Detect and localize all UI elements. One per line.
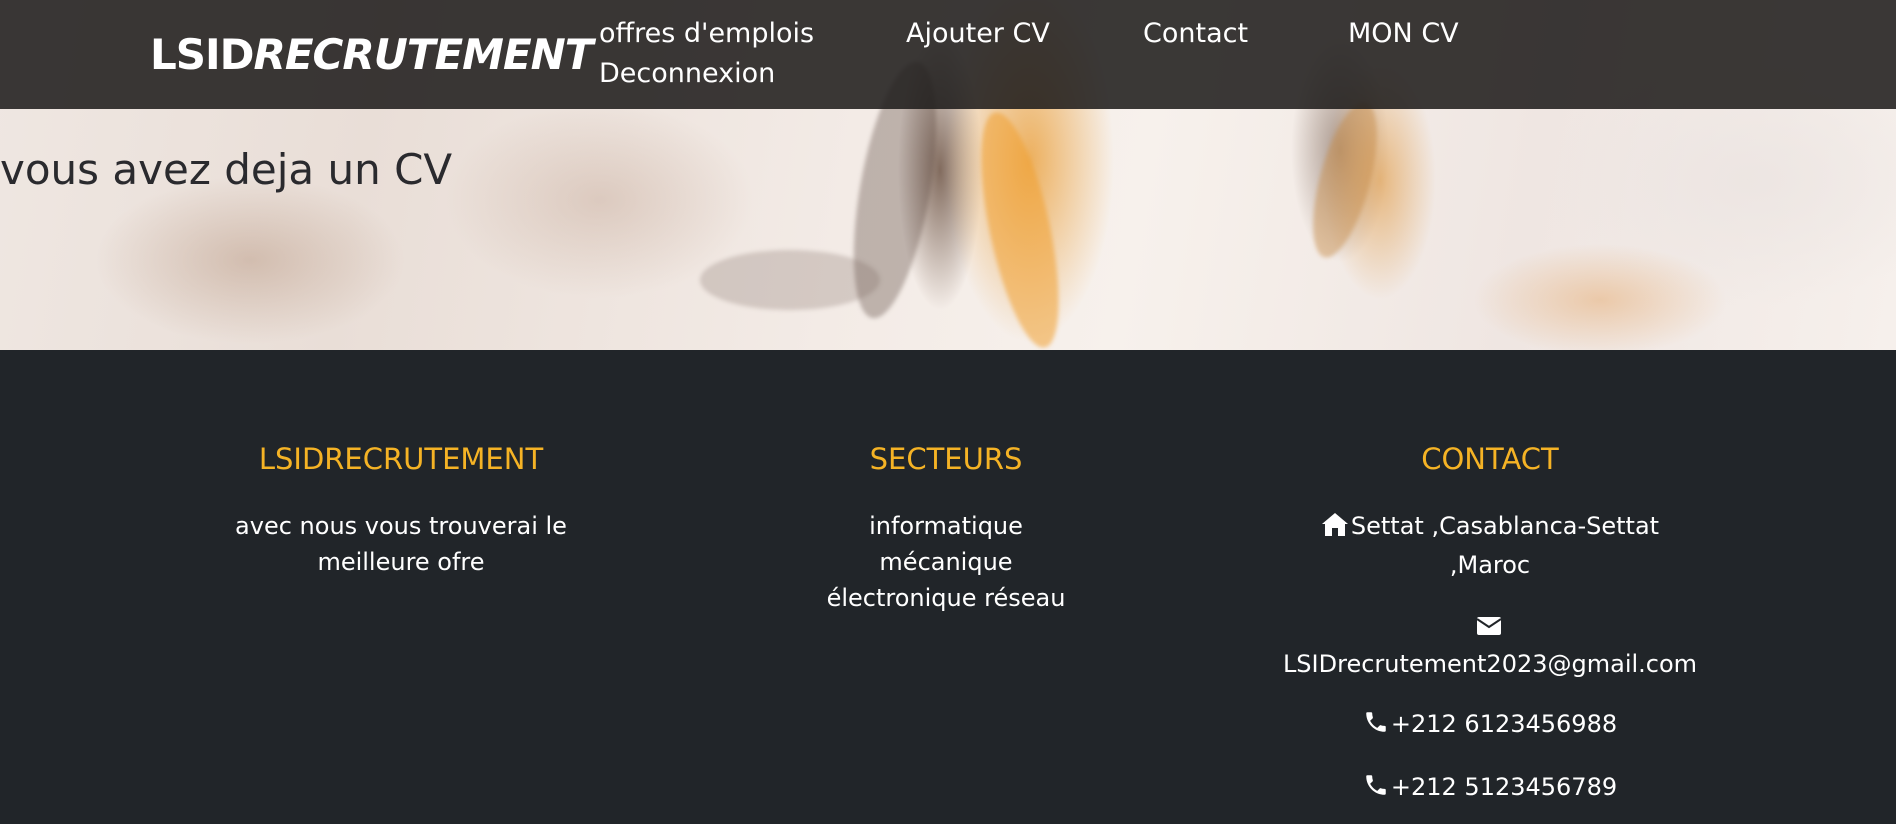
footer-sectors-title: SECTEURS xyxy=(869,442,1023,476)
sector-item: mécanique xyxy=(879,548,1013,576)
nav-link-mon-cv[interactable]: MON CV xyxy=(1348,18,1459,49)
marble-swirl xyxy=(965,106,1075,350)
footer-sectors: SECTEURS informatique mécanique électron… xyxy=(796,442,1096,616)
nav-link-offres[interactable]: offres d'emplois xyxy=(599,18,814,49)
site-footer: LSIDRECRUTEMENT avec nous vous trouverai… xyxy=(0,350,1896,824)
contact-phone-2: +212 5123456789 xyxy=(1240,769,1740,808)
footer-about-line2: meilleure ofre xyxy=(317,548,485,576)
phone2-text[interactable]: +212 5123456789 xyxy=(1391,773,1617,801)
marble-swirl xyxy=(1300,96,1390,264)
marble-swirl xyxy=(700,250,880,310)
home-icon xyxy=(1321,511,1349,547)
nav-link-ajouter-cv[interactable]: Ajouter CV xyxy=(906,18,1050,49)
footer-about: LSIDRECRUTEMENT avec nous vous trouverai… xyxy=(221,442,581,580)
cv-exists-message: vous avez deja un CV xyxy=(0,145,453,194)
sector-item: informatique xyxy=(869,512,1023,540)
address-line2: ,Maroc xyxy=(1449,551,1531,579)
phone-icon xyxy=(1363,709,1389,745)
envelope-icon xyxy=(1476,610,1502,646)
footer-about-title: LSIDRECRUTEMENT xyxy=(258,442,544,476)
footer-contact-title: CONTACT xyxy=(1421,442,1559,476)
phone1-text[interactable]: +212 6123456988 xyxy=(1391,710,1617,738)
brand-part2: RECRUTEMENT xyxy=(253,30,594,79)
phone-icon xyxy=(1363,772,1389,808)
contact-email-icon-row xyxy=(1240,607,1740,646)
nav-link-contact[interactable]: Contact xyxy=(1143,18,1248,49)
nav-link-deconnexion[interactable]: Deconnexion xyxy=(599,58,775,89)
address-line1: Settat ,Casablanca-Settat xyxy=(1350,512,1660,540)
sector-item: électronique réseau xyxy=(826,584,1066,612)
contact-address: Settat ,Casablanca-Settat xyxy=(1240,508,1740,547)
contact-phone-1: +212 6123456988 xyxy=(1240,706,1740,745)
footer-contact: CONTACT Settat ,Casablanca-Settat ,Maroc… xyxy=(1240,442,1740,824)
brand-part1: LSID xyxy=(150,30,255,79)
brand-logo[interactable]: LSIDRECRUTEMENT xyxy=(150,30,594,79)
contact-email[interactable]: LSIDrecrutement2023@gmail.com xyxy=(1240,646,1740,682)
footer-about-line1: avec nous vous trouverai le xyxy=(235,512,567,540)
top-navbar: LSIDRECRUTEMENT offres d'emplois Ajouter… xyxy=(0,0,1896,109)
